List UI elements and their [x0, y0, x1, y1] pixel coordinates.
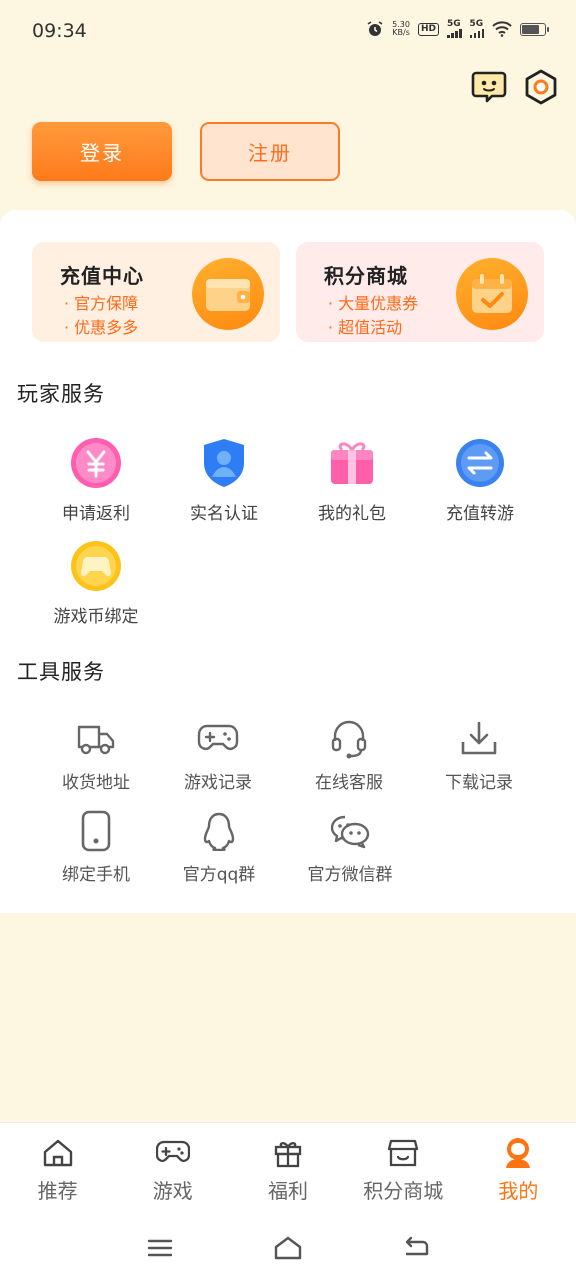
speed-unit: KB/s [392, 28, 410, 37]
phone-icon [75, 810, 117, 852]
tool-services-title: 工具服务 [17, 660, 105, 684]
headset-icon [328, 718, 370, 760]
status-time: 09:34 [32, 20, 87, 42]
nav-tab-welfare[interactable]: 福利 [230, 1123, 345, 1216]
nav-tab-games[interactable]: 游戏 [115, 1123, 230, 1216]
hd-badge: HD [417, 22, 439, 36]
settings-icon[interactable] [522, 68, 560, 106]
nav-tab-mine[interactable]: 我的 [461, 1123, 576, 1216]
status-icons: 5.30 KB/s HD 5G 5G [366, 19, 549, 38]
identity-shield-icon [198, 437, 250, 489]
nav-label: 推荐 [37, 1179, 78, 1203]
game-coin-bind-item[interactable]: 游戏币绑定 [32, 540, 160, 627]
online-support-item[interactable]: 在线客服 [285, 718, 413, 793]
promo-line: · 大量优惠券 [328, 294, 419, 313]
signal-label: 5G [469, 19, 484, 29]
download-record-item[interactable]: 下载记录 [415, 718, 543, 793]
wechat-icon [329, 810, 371, 852]
network-speed: 5.30 KB/s [392, 21, 410, 37]
rebate-yen-icon [70, 437, 122, 489]
gift-icon [271, 1137, 305, 1169]
my-gift-item[interactable]: 我的礼包 [288, 437, 416, 524]
system-nav-bar [0, 1216, 576, 1280]
store-icon [386, 1137, 420, 1169]
user-icon [501, 1137, 535, 1169]
system-home-icon[interactable] [272, 1232, 304, 1264]
official-wechat-group-item[interactable]: 官方微信群 [286, 810, 414, 885]
item-label: 官方qq群 [182, 865, 256, 885]
main-card: 充值中心 · 官方保障 · 优惠多多 积分商城 · 大量优惠券 · 超值活动 玩… [0, 210, 576, 913]
promo-title: 充值中心 [60, 264, 144, 288]
apply-rebate-item[interactable]: 申请返利 [32, 437, 160, 524]
item-label: 实名认证 [190, 504, 258, 524]
item-label: 收货地址 [62, 773, 130, 793]
item-label: 我的礼包 [318, 504, 386, 524]
nav-label: 积分商城 [363, 1179, 444, 1203]
recharge-transfer-item[interactable]: 充值转游 [416, 437, 544, 524]
signal-5g-1: 5G [447, 20, 462, 38]
calendar-check-icon [456, 258, 528, 330]
signal-label: 5G [447, 19, 461, 29]
gift-box-icon [326, 437, 378, 489]
item-label: 申请返利 [62, 504, 130, 524]
wallet-icon [192, 258, 264, 330]
item-label: 在线客服 [315, 773, 383, 793]
official-qq-group-item[interactable]: 官方qq群 [155, 810, 283, 885]
shipping-address-item[interactable]: 收货地址 [32, 718, 160, 793]
item-label: 游戏币绑定 [53, 607, 139, 627]
nav-tab-recommend[interactable]: 推荐 [0, 1123, 115, 1216]
item-label: 充值转游 [446, 504, 514, 524]
nav-tab-points-mall[interactable]: 积分商城 [346, 1123, 461, 1216]
register-button[interactable]: 注册 [200, 122, 340, 181]
login-button[interactable]: 登录 [32, 122, 172, 181]
nav-label: 福利 [268, 1179, 308, 1203]
nav-label: 游戏 [152, 1179, 193, 1203]
bind-phone-item[interactable]: 绑定手机 [32, 810, 160, 885]
player-services-title: 玩家服务 [17, 382, 105, 406]
game-record-item[interactable]: 游戏记录 [154, 718, 282, 793]
promo-line: · 优惠多多 [64, 318, 139, 337]
transfer-arrows-icon [454, 437, 506, 489]
promo-title: 积分商城 [324, 264, 408, 288]
signal-bars-icon [447, 29, 462, 38]
wifi-icon [492, 21, 512, 37]
delivery-truck-icon [75, 718, 117, 760]
points-mall-card[interactable]: 积分商城 · 大量优惠券 · 超值活动 [296, 242, 544, 342]
back-icon[interactable] [400, 1232, 432, 1264]
gamepad-icon [197, 718, 239, 760]
home-icon [41, 1137, 75, 1169]
promo-line: · 官方保障 [64, 294, 139, 313]
download-icon [458, 718, 500, 760]
item-label: 下载记录 [445, 773, 513, 793]
message-icon[interactable] [470, 68, 508, 106]
signal-5g-2: 5G [469, 19, 484, 38]
alarm-icon [367, 21, 383, 36]
signal-bars-icon [469, 29, 484, 38]
status-bar: 09:34 5.30 KB/s HD 5G 5G [0, 0, 576, 64]
identity-verify-item[interactable]: 实名认证 [160, 437, 288, 524]
promo-line: · 超值活动 [328, 318, 403, 337]
nav-label: 我的 [498, 1179, 539, 1203]
menu-icon[interactable] [144, 1232, 176, 1264]
recharge-center-card[interactable]: 充值中心 · 官方保障 · 优惠多多 [32, 242, 280, 342]
gamepad-icon [155, 1137, 190, 1169]
item-label: 官方微信群 [307, 865, 393, 885]
bottom-nav: 推荐 游戏 福利 积分商城 我的 [0, 1122, 576, 1216]
item-label: 游戏记录 [184, 773, 252, 793]
battery-icon [520, 22, 549, 36]
gamepad-coin-icon [70, 540, 122, 592]
item-label: 绑定手机 [62, 865, 130, 885]
qq-penguin-icon [198, 810, 240, 852]
